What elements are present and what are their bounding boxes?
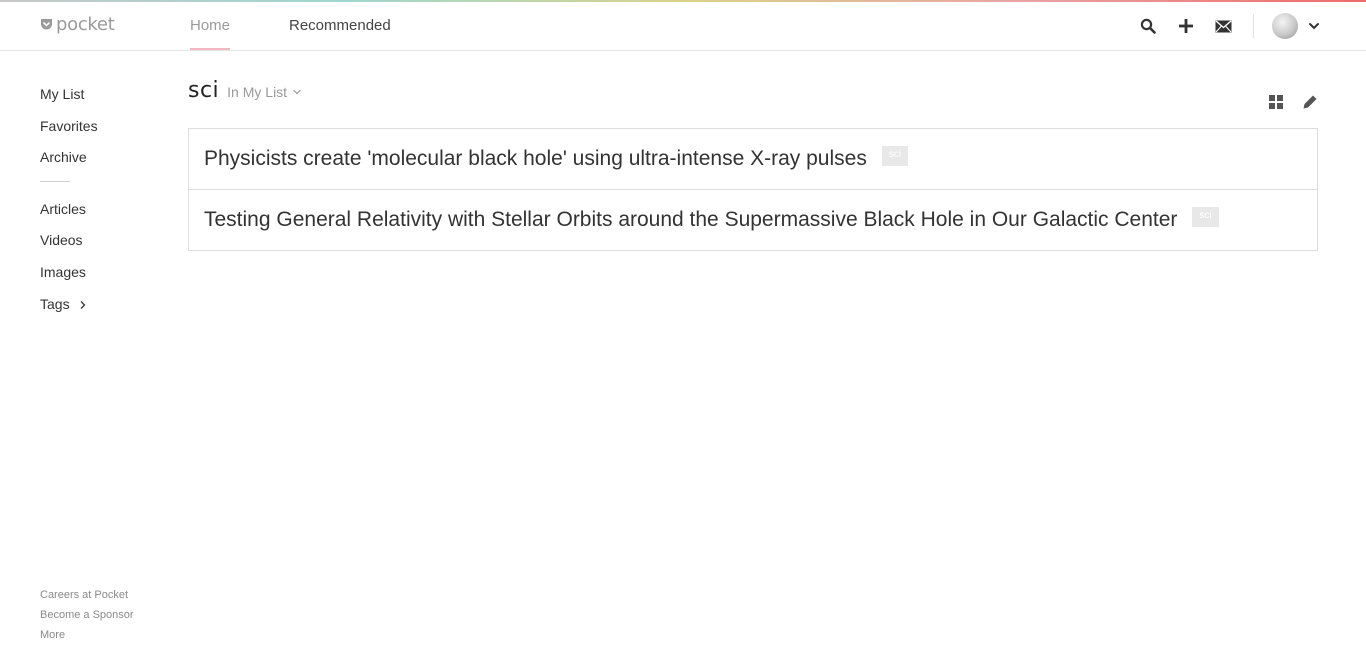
- sidebar-item-videos[interactable]: Videos: [40, 232, 83, 248]
- list-item[interactable]: Testing General Relativity with Stellar …: [189, 190, 1317, 250]
- grid-view-icon[interactable]: [1268, 94, 1284, 110]
- footer-link-sponsor[interactable]: Become a Sponsor: [40, 605, 134, 625]
- pocket-logo[interactable]: pocket: [40, 12, 115, 36]
- sidebar-item-images[interactable]: Images: [40, 264, 86, 280]
- sidebar-item-favorites[interactable]: Favorites: [40, 118, 98, 134]
- tag-badge[interactable]: sci: [1192, 207, 1219, 227]
- plus-icon[interactable]: [1176, 16, 1196, 36]
- sidebar-divider: [40, 181, 70, 182]
- page-title: sci: [188, 78, 220, 103]
- logo-text: pocket: [56, 13, 115, 35]
- sidebar-item-tags[interactable]: Tags: [40, 296, 87, 312]
- chevron-down-icon[interactable]: [1307, 19, 1321, 33]
- top-bar: pocket Home Recommended: [0, 2, 1366, 51]
- topbar-divider: [1253, 14, 1254, 38]
- tab-home[interactable]: Home: [190, 17, 231, 50]
- tag-badge[interactable]: sci: [881, 146, 909, 166]
- list-item[interactable]: Physicists create 'molecular black hole'…: [189, 129, 1317, 190]
- sidebar-item-articles[interactable]: Articles: [40, 201, 86, 217]
- tab-recommended[interactable]: Recommended: [289, 17, 391, 34]
- edit-pencil-icon[interactable]: [1302, 94, 1318, 110]
- article-list: Physicists create 'molecular black hole'…: [188, 128, 1318, 251]
- footer-link-more[interactable]: More: [40, 625, 134, 645]
- sidebar-item-tags-label: Tags: [40, 296, 70, 312]
- sidebar-footer: Careers at Pocket Become a Sponsor More: [40, 585, 134, 645]
- article-title[interactable]: Physicists create 'molecular black hole'…: [204, 147, 867, 171]
- envelope-icon[interactable]: [1213, 16, 1233, 36]
- pocket-logo-icon: [41, 18, 52, 29]
- sidebar-item-archive[interactable]: Archive: [40, 149, 87, 165]
- scope-label: In My List: [227, 84, 288, 100]
- article-title[interactable]: Testing General Relativity with Stellar …: [204, 208, 1177, 232]
- chevron-right-icon: [81, 301, 86, 310]
- search-icon[interactable]: [1138, 16, 1158, 36]
- avatar[interactable]: [1272, 13, 1298, 39]
- scope-dropdown[interactable]: In My List: [227, 84, 302, 100]
- footer-link-careers[interactable]: Careers at Pocket: [40, 585, 134, 605]
- chevron-down-icon: [293, 89, 302, 95]
- sidebar-item-my-list[interactable]: My List: [40, 86, 84, 102]
- list-heading: sci In My List: [188, 78, 302, 103]
